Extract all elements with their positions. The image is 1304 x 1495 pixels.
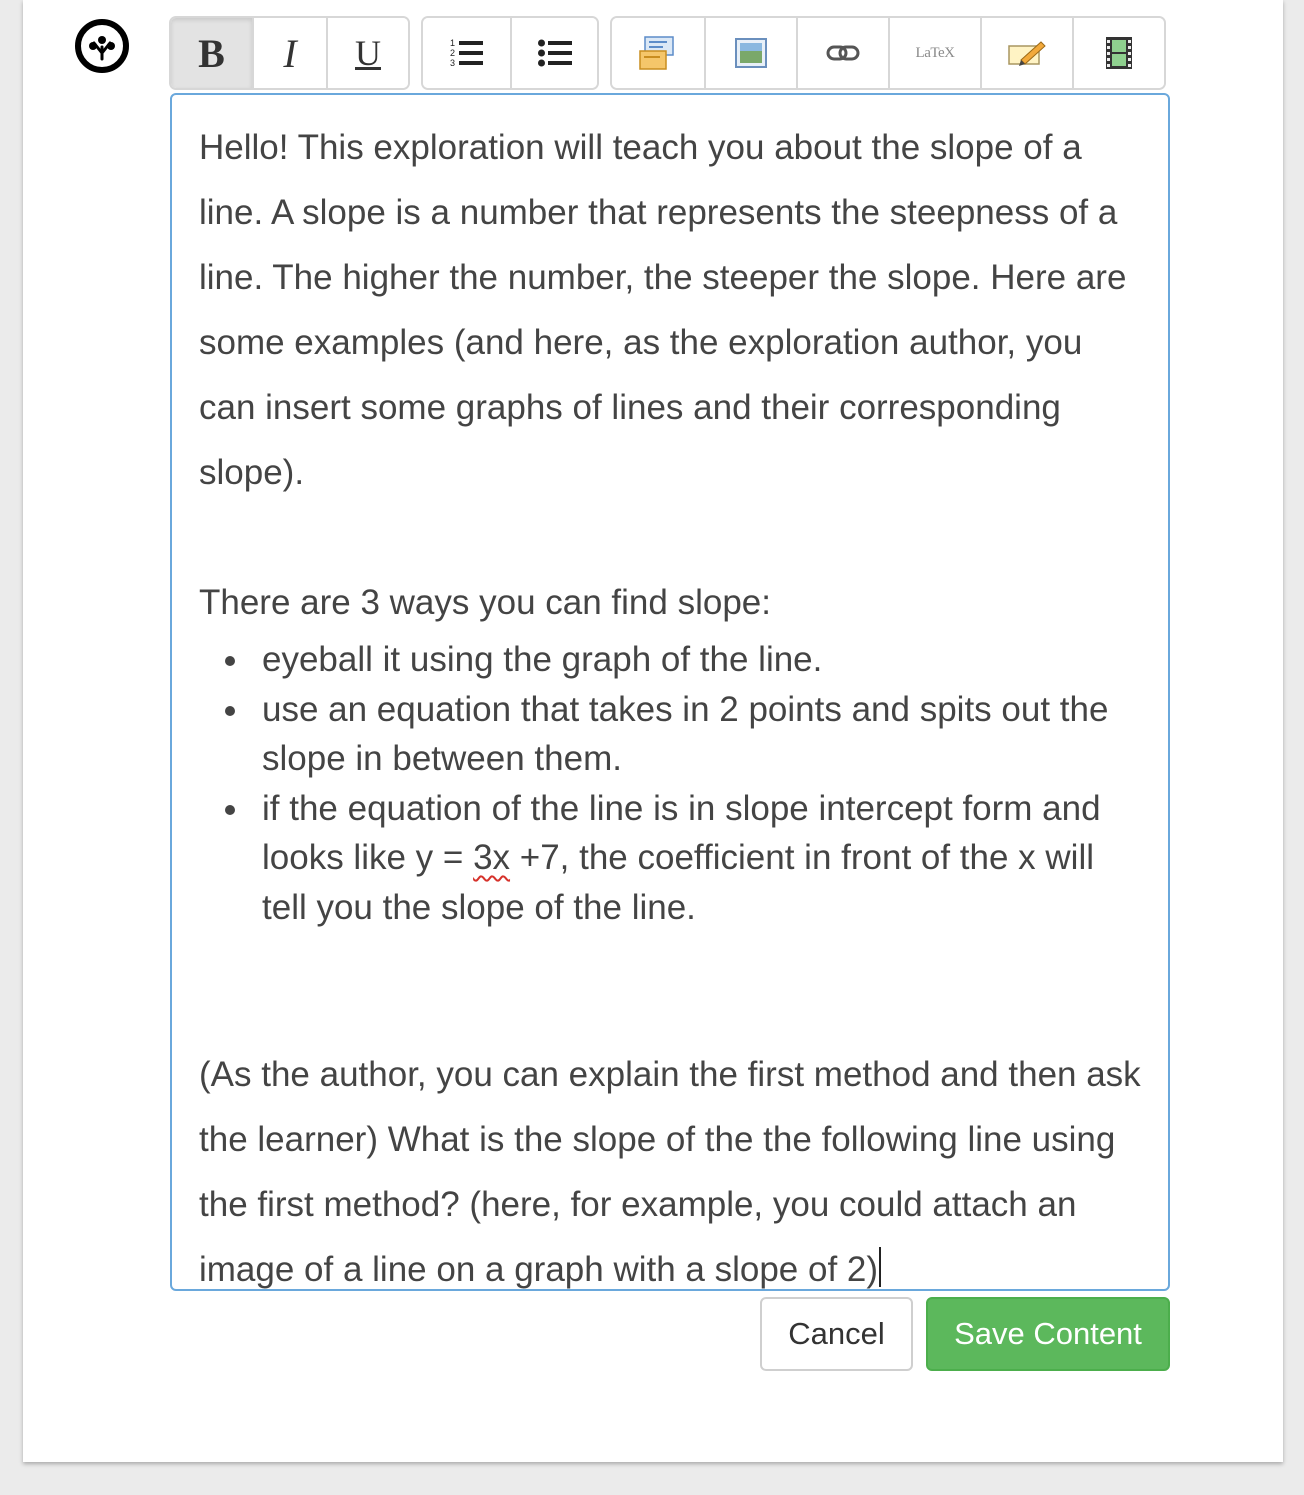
italic-icon: I — [283, 30, 297, 76]
oppia-logo-icon — [75, 19, 129, 73]
edit-pencil-icon — [1008, 41, 1046, 66]
bold-button[interactable]: B — [171, 18, 254, 88]
link-icon — [826, 45, 860, 61]
video-button[interactable] — [1074, 18, 1164, 88]
bulleted-list-button[interactable] — [512, 18, 597, 88]
list-item: eyeball it using the graph of the line. — [225, 635, 1142, 685]
rich-text-editor[interactable]: Hello! This exploration will teach you a… — [170, 93, 1170, 1291]
bold-icon: B — [198, 30, 225, 76]
closing-paragraph: (As the author, you can explain the firs… — [199, 1055, 1141, 1289]
list-item: if the equation of the line is in slope … — [225, 784, 1142, 933]
bulleted-list-icon — [537, 39, 572, 67]
numbered-list-icon: 1 2 3 — [450, 38, 483, 68]
svg-text:1: 1 — [450, 38, 455, 48]
svg-text:3: 3 — [450, 58, 455, 68]
save-content-button[interactable]: Save Content — [926, 1297, 1170, 1371]
list-item: use an equation that takes in 2 points a… — [225, 685, 1142, 784]
image-icon — [735, 38, 767, 68]
image-button[interactable] — [706, 18, 798, 88]
numbered-list-button[interactable]: 1 2 3 — [423, 18, 512, 88]
latex-icon: LaTeX — [915, 44, 955, 61]
underline-icon: U — [355, 33, 381, 73]
italic-button[interactable]: I — [254, 18, 328, 88]
collapsible-button[interactable] — [612, 18, 706, 88]
text-cursor — [879, 1247, 882, 1287]
latex-button[interactable]: LaTeX — [890, 18, 982, 88]
rte-components-group: LaTeX — [610, 16, 1166, 90]
format-button-group: B I U — [169, 16, 410, 90]
svg-text:2: 2 — [450, 48, 455, 58]
collapsible-icon — [639, 36, 674, 70]
spellcheck-word: 3x — [473, 838, 511, 877]
underline-button[interactable]: U — [328, 18, 408, 88]
list-button-group: 1 2 3 — [421, 16, 599, 90]
methods-list: eyeball it using the graph of the line. … — [199, 635, 1142, 932]
intro-paragraph: Hello! This exploration will teach you a… — [199, 128, 1127, 492]
tabs-button[interactable] — [982, 18, 1074, 88]
cancel-button[interactable]: Cancel — [760, 1297, 913, 1371]
film-strip-icon — [1106, 37, 1132, 69]
link-button[interactable] — [798, 18, 890, 88]
ways-heading: There are 3 ways you can find slope: — [199, 583, 771, 622]
